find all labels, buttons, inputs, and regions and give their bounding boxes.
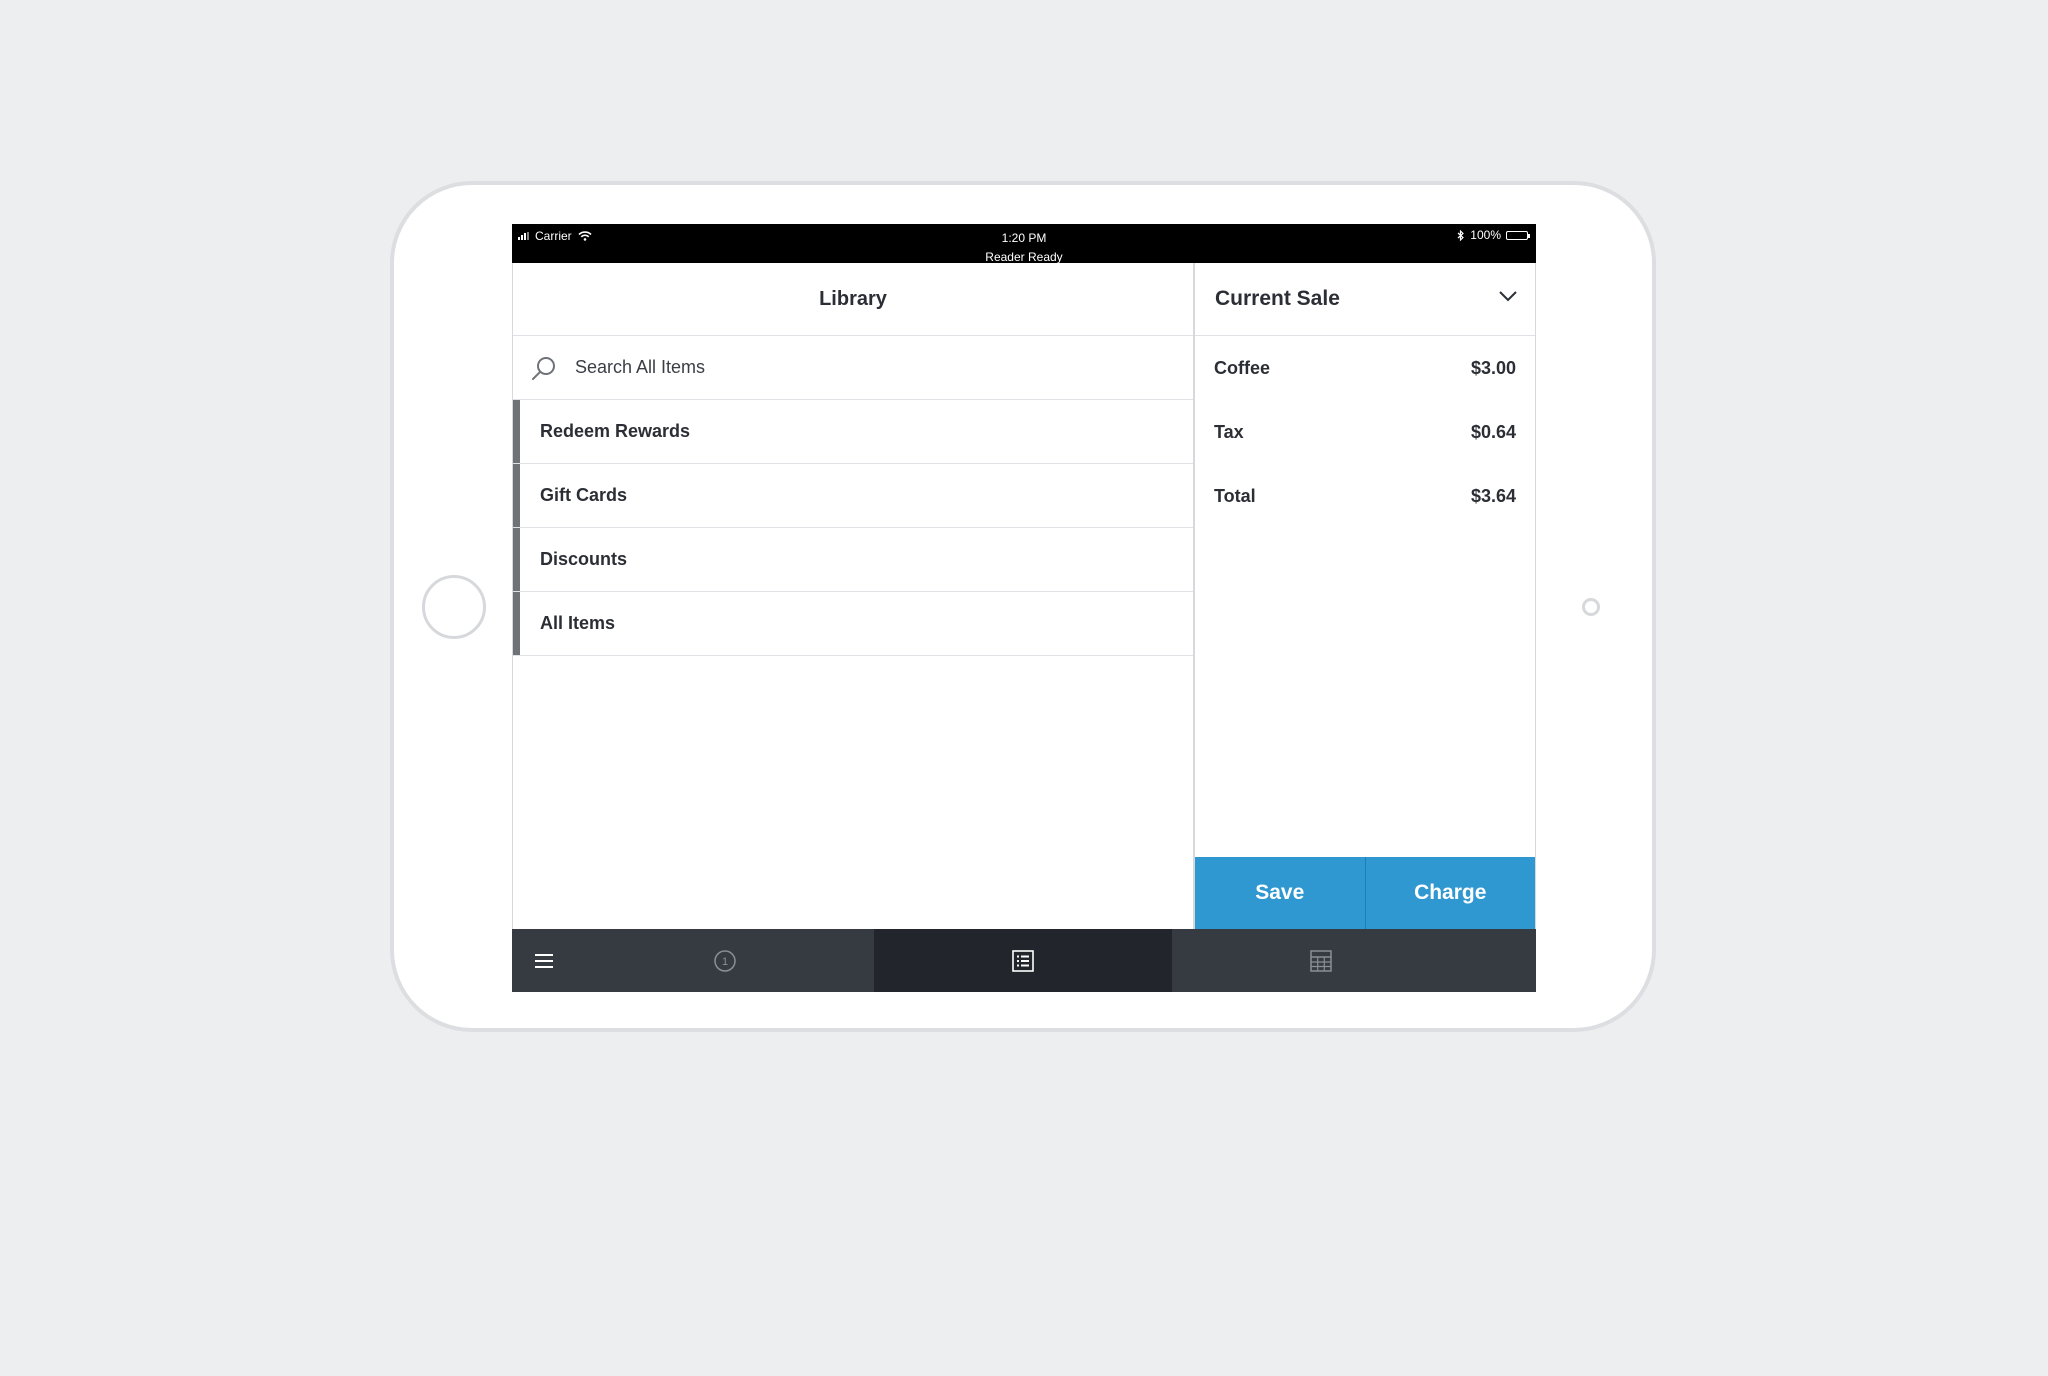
app-screen: Carrier 1:20 PM Reader Ready 100% Librar… — [512, 224, 1536, 992]
orders-count-icon: 1 — [714, 949, 736, 972]
clock: 1:20 PM — [1001, 231, 1047, 245]
sale-line-amount: $0.64 — [1470, 421, 1516, 442]
save-button[interactable]: Save — [1195, 857, 1365, 929]
tab-keypad[interactable] — [1172, 929, 1470, 992]
sale-line-total: Total $3.64 — [1195, 464, 1535, 528]
sale-line-amount: $3.64 — [1470, 485, 1516, 506]
bluetooth-icon — [1457, 229, 1465, 241]
sale-header[interactable]: Current Sale — [1195, 263, 1535, 336]
hamburger-menu-icon — [535, 953, 553, 968]
library-item-all-items[interactable]: All Items — [513, 592, 1193, 656]
sale-line-label: Coffee — [1214, 357, 1271, 378]
sale-actions: Save Charge — [1195, 857, 1535, 929]
sale-line-label: Tax — [1214, 421, 1244, 442]
sale-title: Current Sale — [1215, 287, 1340, 310]
current-sale-panel: Current Sale Coffee $3.00 Tax $0.64 Tota… — [1195, 263, 1536, 929]
camera-lens — [1582, 598, 1600, 616]
sale-line-tax: Tax $0.64 — [1195, 400, 1535, 464]
sale-line-amount: $3.00 — [1470, 357, 1516, 378]
status-bar: Carrier 1:20 PM Reader Ready 100% — [512, 224, 1536, 264]
tab-menu[interactable] — [512, 929, 576, 992]
tab-orders[interactable]: 1 — [576, 929, 874, 992]
orders-badge: 1 — [722, 956, 728, 968]
list-icon — [1012, 949, 1034, 972]
library-panel: Library Redeem Rewards Gift Cards Discou… — [512, 263, 1195, 929]
library-item-discounts[interactable]: Discounts — [513, 528, 1193, 592]
chevron-down-icon[interactable] — [1497, 285, 1519, 307]
status-center: 1:20 PM Reader Ready — [512, 229, 1536, 267]
status-right: 100% — [1457, 228, 1530, 242]
library-item-redeem-rewards[interactable]: Redeem Rewards — [513, 400, 1193, 464]
home-button[interactable] — [422, 575, 486, 639]
battery-percent: 100% — [1470, 228, 1501, 242]
bottom-tab-bar: 1 — [512, 929, 1536, 992]
sale-line-label: Total — [1214, 485, 1256, 506]
calculator-icon — [1310, 949, 1332, 972]
battery-icon — [1506, 230, 1530, 240]
library-item-gift-cards[interactable]: Gift Cards — [513, 464, 1193, 528]
tab-library[interactable] — [874, 929, 1172, 992]
search-bar[interactable] — [513, 336, 1193, 400]
sale-line-coffee[interactable]: Coffee $3.00 — [1195, 336, 1535, 400]
search-input[interactable] — [575, 350, 1135, 384]
search-icon — [532, 357, 555, 380]
charge-button[interactable]: Charge — [1364, 857, 1535, 929]
library-title: Library — [513, 263, 1193, 336]
